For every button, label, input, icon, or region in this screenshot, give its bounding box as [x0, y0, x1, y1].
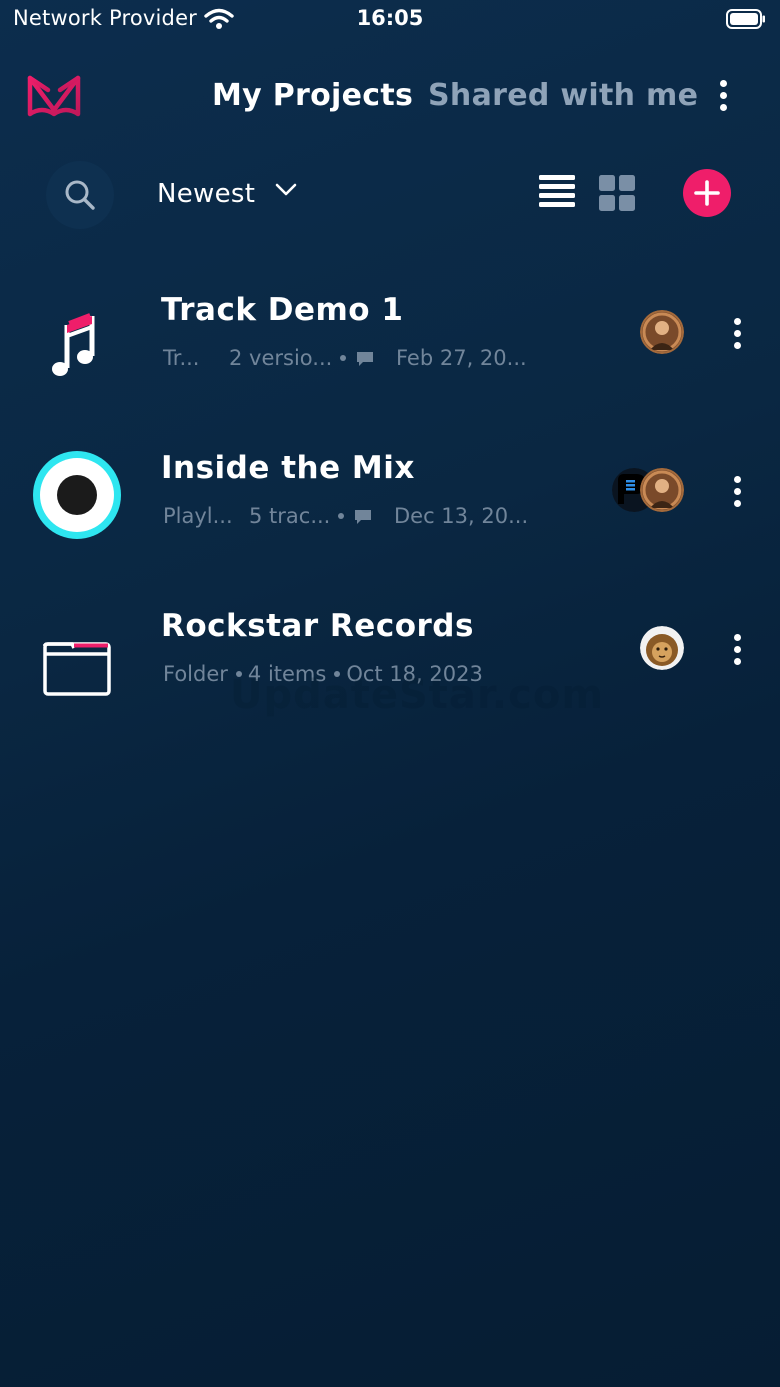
project-title: Track Demo 1 — [161, 292, 404, 328]
toolbar: Newest — [0, 155, 780, 235]
row-more-options-icon[interactable] — [725, 314, 749, 354]
grid-view-icon[interactable] — [598, 174, 636, 212]
add-project-button[interactable] — [683, 169, 731, 217]
project-row[interactable]: Inside the Mix Playl... 5 trac... Dec 13… — [0, 428, 780, 558]
project-type: Playl... — [163, 504, 233, 528]
project-type: Folder — [163, 662, 228, 686]
folder-icon — [43, 642, 111, 696]
comment-icon — [355, 510, 372, 524]
version-count: 2 versio... — [229, 346, 333, 370]
more-options-icon[interactable] — [711, 76, 735, 116]
tab-my-projects[interactable]: My Projects — [212, 78, 413, 113]
project-row[interactable]: Track Demo 1 Tr... 2 versio... Feb 27, 2… — [0, 270, 780, 400]
comment-icon — [357, 352, 374, 366]
list-view-icon[interactable] — [538, 174, 576, 210]
top-nav: My Projects Shared with me — [0, 60, 780, 132]
music-note-icon — [52, 313, 95, 376]
track-count: 5 trac... — [249, 504, 331, 528]
project-date: Dec 13, 20... — [394, 504, 529, 528]
project-title: Rockstar Records — [161, 608, 474, 644]
chevron-down-icon[interactable] — [275, 183, 297, 197]
app-logo-icon[interactable] — [26, 70, 82, 122]
row-more-options-icon[interactable] — [725, 472, 749, 512]
clock: 16:05 — [356, 6, 424, 30]
row-more-options-icon[interactable] — [725, 630, 749, 670]
status-bar: Network Provider 16:05 — [0, 0, 780, 40]
search-button[interactable] — [46, 161, 114, 229]
sort-dropdown[interactable]: Newest — [157, 179, 255, 209]
project-title: Inside the Mix — [161, 450, 415, 486]
tab-shared-with-me[interactable]: Shared with me — [428, 78, 698, 113]
plus-icon — [694, 180, 720, 206]
project-meta: 5 trac... — [249, 504, 372, 528]
playlist-disc-icon — [33, 451, 121, 539]
watermark: UpdateStar.com — [230, 672, 604, 718]
project-date: Feb 27, 20... — [396, 346, 527, 370]
battery-icon — [726, 9, 765, 29]
avatar[interactable] — [640, 626, 684, 670]
avatar[interactable] — [640, 468, 684, 512]
project-meta: 2 versio... — [229, 346, 374, 370]
avatar[interactable] — [640, 310, 684, 354]
project-type: Tr... — [163, 346, 200, 370]
search-icon — [65, 180, 95, 210]
